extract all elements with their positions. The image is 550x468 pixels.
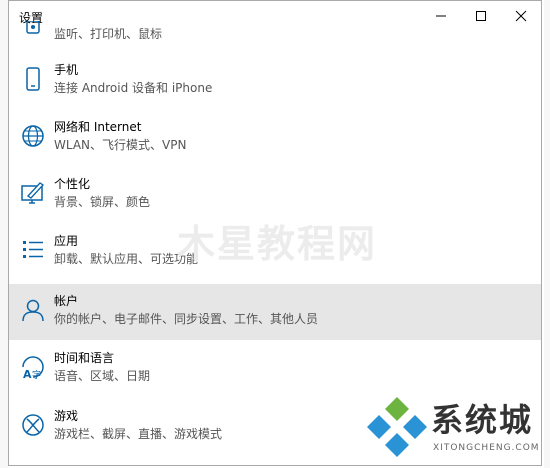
background-strip-right <box>544 0 550 468</box>
time-language-icon: A字 <box>21 355 45 379</box>
settings-item-label: 个性化 <box>54 177 91 191</box>
minimize-icon <box>436 15 446 17</box>
settings-item-desc: 语音、区域、日期 <box>54 369 151 383</box>
phone-icon <box>21 67 45 91</box>
close-icon <box>515 10 527 22</box>
maximize-icon <box>476 11 486 21</box>
settings-window: 设置 监听、打印机、鼠标 手机 连接 Android 设备和 iPhone 网络… <box>8 0 542 466</box>
settings-item-network[interactable]: 网络和 Internet WLAN、飞行模式、VPN <box>9 110 541 166</box>
settings-item-label: 手机 <box>54 63 79 77</box>
svg-text:字: 字 <box>32 369 41 379</box>
settings-item-accounts[interactable]: 帐户 你的帐户、电子邮件、同步设置、工作、其他人员 <box>9 284 541 340</box>
settings-item-time-language[interactable]: A字 时间和语言 语音、区域、日期 <box>9 341 541 397</box>
settings-item-desc: 你的帐户、电子邮件、同步设置、工作、其他人员 <box>54 312 319 326</box>
settings-item-phone[interactable]: 手机 连接 Android 设备和 iPhone <box>9 53 541 109</box>
background-strip-left <box>0 0 8 468</box>
person-icon <box>21 298 45 322</box>
globe-icon <box>21 124 45 148</box>
settings-item-desc: WLAN、飞行模式、VPN <box>54 138 187 152</box>
settings-item-desc: 游戏栏、截屏、直播、游戏模式 <box>54 427 223 441</box>
settings-item-desc: 连接 Android 设备和 iPhone <box>54 81 213 95</box>
settings-item-gaming[interactable]: 游戏 游戏栏、截屏、直播、游戏模式 <box>9 399 541 455</box>
settings-item-label: 网络和 Internet <box>54 120 142 134</box>
settings-item-desc: 背景、锁屏、颜色 <box>54 195 151 209</box>
settings-item-devices-partial[interactable]: 监听、打印机、鼠标 <box>9 20 541 45</box>
settings-item-desc: 监听、打印机、鼠标 <box>54 27 163 41</box>
settings-item-label: 游戏 <box>54 409 79 423</box>
devices-icon <box>25 20 41 41</box>
apps-list-icon <box>21 238 45 262</box>
settings-item-label: 时间和语言 <box>54 351 115 365</box>
xbox-icon <box>21 413 45 437</box>
settings-item-apps[interactable]: 应用 卸载、默认应用、可选功能 <box>9 224 541 280</box>
settings-item-label: 帐户 <box>54 294 79 308</box>
personalization-icon <box>21 181 45 205</box>
settings-item-personalization[interactable]: 个性化 背景、锁屏、颜色 <box>9 167 541 223</box>
settings-item-label: 应用 <box>54 234 79 248</box>
svg-text:A: A <box>23 368 32 379</box>
settings-item-desc: 卸载、默认应用、可选功能 <box>54 252 199 266</box>
